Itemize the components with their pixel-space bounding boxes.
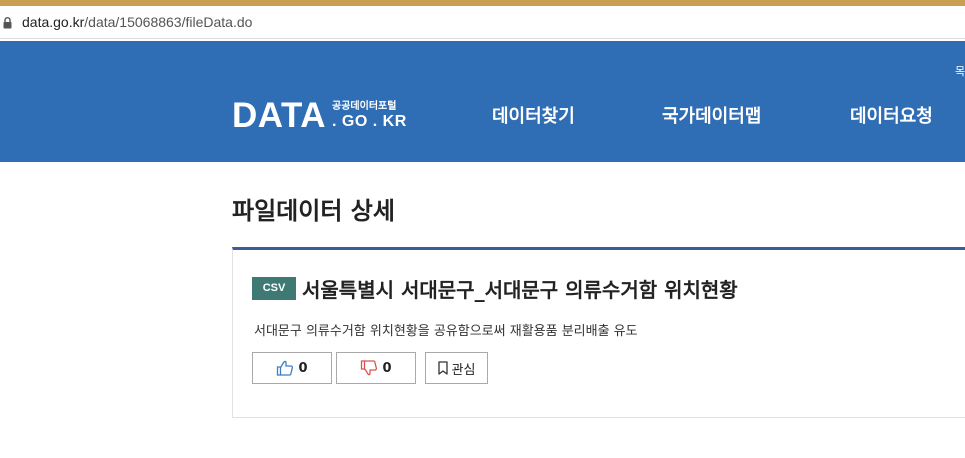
dataset-title-row: CSV 서울특별시 서대문구_서대문구 의류수거함 위치현황 (252, 274, 738, 303)
dislike-count: 0 (382, 360, 392, 376)
site-logo[interactable]: DATA 공공데이터포털 . GO . KR (232, 98, 407, 133)
like-count: 0 (298, 360, 308, 376)
thumbs-up-icon (277, 360, 294, 376)
dataset-card: CSV 서울특별시 서대문구_서대문구 의류수거함 위치현황 서대문구 의류수거… (232, 247, 965, 418)
dataset-title: 서울특별시 서대문구_서대문구 의류수거함 위치현황 (302, 278, 738, 302)
bookmark-icon (437, 361, 448, 375)
dataset-description: 서대문구 의류수거함 위치현황을 공유함으로써 재활용품 분리배출 유도 (254, 324, 638, 339)
site-header: 목 DATA 공공데이터포털 . GO . KR 데이터찾기 국가데이터맵 데이… (0, 41, 965, 162)
like-button[interactable]: 0 (252, 352, 332, 384)
nav-item-data-search[interactable]: 데이터찾기 (492, 102, 575, 128)
header-utility-link[interactable]: 목 (955, 63, 965, 79)
thumbs-down-icon (361, 360, 378, 376)
favorite-label: 관심 (451, 362, 476, 378)
url-host: data.go.kr (22, 14, 85, 30)
lock-icon (3, 17, 12, 29)
logo-side: 공공데이터포털 . GO . KR (332, 101, 407, 131)
nav-item-national-data-map[interactable]: 국가데이터맵 (662, 102, 761, 128)
page-title: 파일데이터 상세 (232, 197, 395, 225)
dislike-button[interactable]: 0 (336, 352, 416, 384)
logo-domain: . GO . KR (332, 112, 407, 130)
address-bar[interactable]: data.go.kr/data/15068863/fileData.do (0, 6, 965, 39)
logo-subtitle: 공공데이터포털 (332, 100, 397, 112)
logo-main-text: DATA (232, 96, 327, 135)
nav-item-data-request[interactable]: 데이터요청 (850, 102, 933, 128)
favorite-button[interactable]: 관심 (425, 352, 488, 384)
url-text[interactable]: data.go.kr/data/15068863/fileData.do (22, 14, 252, 30)
format-badge: CSV (252, 277, 296, 300)
url-path: /data/15068863/fileData.do (84, 14, 253, 30)
